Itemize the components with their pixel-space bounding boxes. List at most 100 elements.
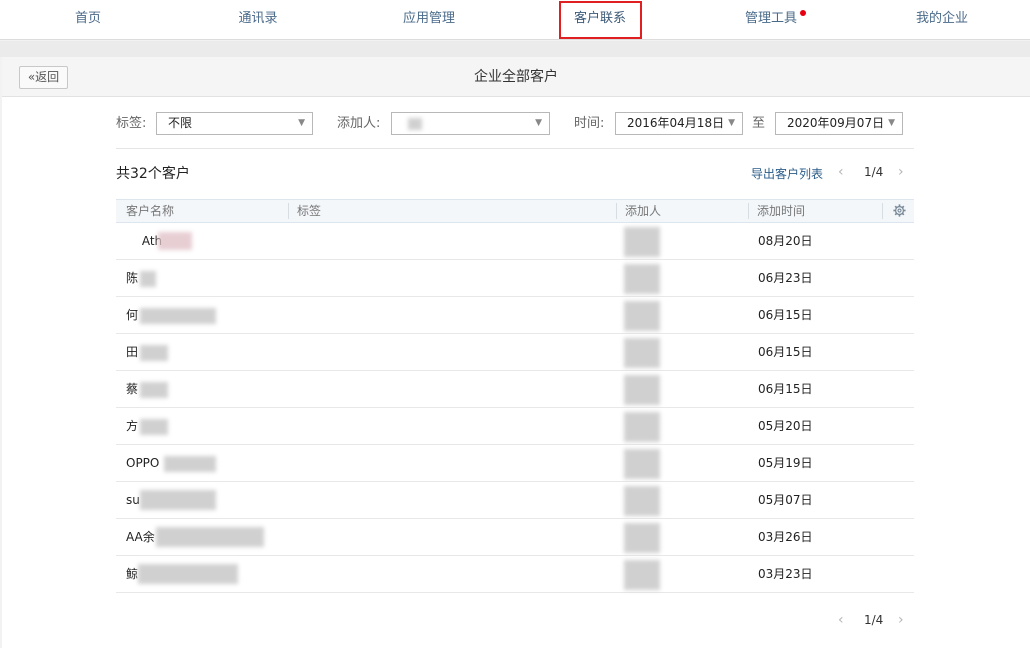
panel-header: 企业全部客户 «返回: [2, 57, 1030, 97]
redacted-adder: [624, 412, 660, 442]
active-tab-highlight: [559, 1, 642, 39]
customer-name: AA余: [126, 530, 155, 544]
column-separator: [288, 203, 289, 219]
chevron-left-icon[interactable]: ‹: [838, 164, 844, 180]
redacted-adder: [624, 375, 660, 405]
chevron-right-icon[interactable]: ›: [898, 612, 904, 628]
bottom-pager: ‹ 1/4 ›: [838, 612, 914, 630]
redacted-name: [140, 419, 168, 435]
top-navigation: 首页 通讯录 应用管理 客户联系 管理工具 我的企业: [0, 0, 1030, 40]
customer-list-panel: 企业全部客户 «返回 标签: 不限 ▼ 添加人: ▼ 时间: 2016年04月1…: [2, 57, 1030, 648]
export-customer-list-link[interactable]: 导出客户列表: [751, 165, 823, 182]
nav-item-home[interactable]: 首页: [33, 0, 143, 40]
redacted-adder: [624, 523, 660, 553]
dropdown-arrow-icon: ▼: [298, 118, 305, 128]
redacted-name: [138, 564, 238, 584]
column-header-adder: 添加人: [625, 204, 662, 218]
header-spacer: [0, 41, 1030, 57]
customer-name: OPPO: [126, 456, 160, 470]
table-row[interactable]: AA余 03月26日: [116, 519, 914, 556]
dropdown-arrow-icon: ▼: [728, 118, 735, 128]
page-indicator: 1/4: [864, 165, 884, 179]
adder-filter-select[interactable]: ▼: [391, 112, 550, 135]
dropdown-arrow-icon: ▼: [535, 118, 542, 128]
nav-item-management-tools[interactable]: 管理工具: [716, 0, 826, 40]
time-filter-label: 时间:: [574, 116, 605, 131]
customer-name: 陈: [126, 271, 139, 285]
customer-name: 方: [126, 419, 139, 433]
customer-name: Ath: [126, 234, 163, 248]
redacted-adder: [624, 486, 660, 516]
add-time: 03月23日: [758, 567, 813, 581]
redacted-adder: [624, 301, 660, 331]
nav-item-my-company[interactable]: 我的企业: [887, 0, 997, 40]
redacted-adder: [624, 338, 660, 368]
nav-item-contacts[interactable]: 通讯录: [203, 0, 313, 40]
redacted-name: [140, 490, 216, 510]
redacted-adder: [624, 227, 660, 257]
chevron-right-icon[interactable]: ›: [898, 164, 904, 180]
customer-name: 田: [126, 345, 139, 359]
adder-filter-label: 添加人:: [337, 116, 381, 131]
table-row[interactable]: Ath 08月20日: [116, 223, 914, 260]
add-time: 06月15日: [758, 345, 813, 359]
tag-filter-select[interactable]: 不限 ▼: [156, 112, 313, 135]
chevron-left-icon[interactable]: ‹: [838, 612, 844, 628]
add-time: 05月20日: [758, 419, 813, 433]
redacted-name: [158, 232, 192, 250]
customer-name: su: [126, 493, 140, 507]
customer-name: 蔡: [126, 382, 139, 396]
add-time: 05月07日: [758, 493, 813, 507]
page-title: 企业全部客户: [474, 69, 558, 85]
back-button[interactable]: «返回: [19, 66, 68, 89]
table-header: 客户名称 标签 添加人 添加时间: [116, 199, 914, 223]
add-time: 03月26日: [758, 530, 813, 544]
column-header-tags: 标签: [297, 204, 322, 218]
table-row[interactable]: 何 06月15日: [116, 297, 914, 334]
table-row[interactable]: 鲸 03月23日: [116, 556, 914, 593]
dropdown-arrow-icon: ▼: [888, 118, 895, 128]
redacted-name: [140, 345, 168, 361]
start-date-value: 2016年04月18日: [627, 116, 725, 130]
column-header-name: 客户名称: [126, 204, 175, 218]
redacted-name: [140, 382, 168, 398]
table-row[interactable]: su 05月07日: [116, 482, 914, 519]
gear-icon[interactable]: [892, 203, 907, 218]
add-time: 06月15日: [758, 382, 813, 396]
back-button-label: 返回: [35, 70, 60, 84]
redacted-name: [156, 527, 264, 547]
customer-count: 共32个客户: [116, 166, 190, 182]
table-row[interactable]: 陈 06月23日: [116, 260, 914, 297]
date-range-separator: 至: [752, 116, 766, 131]
redacted-adder: [624, 449, 660, 479]
top-pager: ‹ 1/4 ›: [838, 164, 914, 182]
tag-filter-label: 标签:: [116, 116, 147, 131]
customer-name: 何: [126, 308, 139, 322]
add-time: 08月20日: [758, 234, 813, 248]
redacted-avatar: [408, 118, 422, 130]
column-separator: [616, 203, 617, 219]
start-date-select[interactable]: 2016年04月18日 ▼: [615, 112, 743, 135]
table-row[interactable]: 田 06月15日: [116, 334, 914, 371]
filter-divider: [116, 148, 914, 149]
nav-item-app-management[interactable]: 应用管理: [374, 0, 484, 40]
add-time: 06月15日: [758, 308, 813, 322]
table-row[interactable]: OPPO 05月19日: [116, 445, 914, 482]
customer-name: 鲸: [126, 567, 139, 581]
redacted-adder: [624, 560, 660, 590]
column-separator: [748, 203, 749, 219]
page-indicator: 1/4: [864, 613, 884, 627]
redacted-adder: [624, 264, 660, 294]
redacted-name: [140, 308, 216, 324]
column-header-add-time: 添加时间: [757, 204, 806, 218]
redacted-name: [140, 271, 156, 287]
table-row[interactable]: 蔡 06月15日: [116, 371, 914, 408]
redacted-name: [164, 456, 216, 472]
end-date-value: 2020年09月07日: [787, 116, 885, 130]
end-date-select[interactable]: 2020年09月07日 ▼: [775, 112, 903, 135]
table-row[interactable]: 方 05月20日: [116, 408, 914, 445]
tag-filter-value: 不限: [168, 116, 193, 130]
notification-dot: [800, 10, 806, 16]
add-time: 05月19日: [758, 456, 813, 470]
column-separator: [882, 203, 883, 219]
